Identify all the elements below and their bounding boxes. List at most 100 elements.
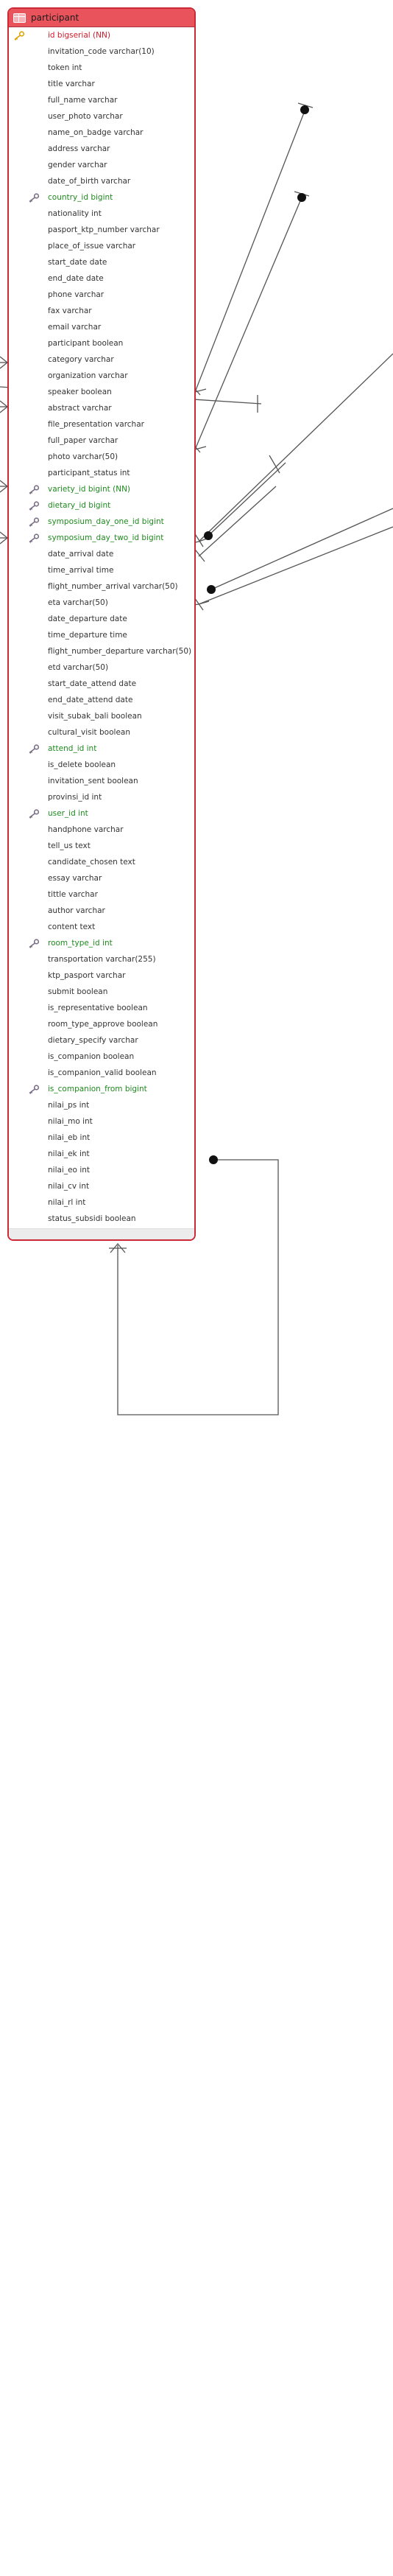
column-row[interactable]: invitation_sent boolean [9,773,194,789]
column-label: dietary_specify varchar [48,1036,138,1045]
column-row[interactable]: room_type_id int [9,935,194,951]
column-row[interactable]: time_departure time [9,627,194,643]
column-row[interactable]: start_date date [9,254,194,270]
column-row[interactable]: nilai_cv int [9,1178,194,1194]
column-row[interactable]: pasport_ktp_number varchar [9,222,194,238]
column-row[interactable]: variety_id bigint (NN) [9,481,194,497]
column-row[interactable]: file_presentation varchar [9,416,194,433]
column-row[interactable]: author varchar [9,903,194,919]
column-label: is_delete boolean [48,760,116,769]
column-row[interactable]: flight_number_arrival varchar(50) [9,578,194,595]
column-label: tittle varchar [48,890,98,899]
column-row[interactable]: category varchar [9,351,194,368]
foreign-key-icon [28,517,40,527]
column-label: email varchar [48,323,102,332]
column-row[interactable]: etd varchar(50) [9,659,194,676]
column-row[interactable]: token int [9,60,194,76]
column-row[interactable]: invitation_code varchar(10) [9,43,194,60]
column-row[interactable]: nationality int [9,206,194,222]
column-label: provinsi_id int [48,793,102,802]
column-row[interactable]: end_date_attend date [9,692,194,708]
column-label: title varchar [48,80,95,88]
column-label: participant_status int [48,469,130,477]
column-row[interactable]: flight_number_departure varchar(50) [9,643,194,659]
column-row[interactable]: date_arrival date [9,546,194,562]
column-label: nilai_ek int [48,1149,90,1158]
column-label: user_photo varchar [48,112,123,121]
column-row[interactable]: user_id int [9,805,194,822]
column-row[interactable]: handphone varchar [9,822,194,838]
column-label: country_id bigint [48,193,113,202]
column-row[interactable]: nilai_ps int [9,1097,194,1113]
column-row[interactable]: is_delete boolean [9,757,194,773]
column-label: flight_number_arrival varchar(50) [48,582,178,591]
column-row[interactable]: attend_id int [9,741,194,757]
column-row[interactable]: cultural_visit boolean [9,724,194,741]
column-row[interactable]: dietary_specify varchar [9,1032,194,1049]
column-label: content text [48,923,96,931]
column-row[interactable]: nilai_eo int [9,1162,194,1178]
column-row[interactable]: symposium_day_one_id bigint [9,514,194,530]
column-row[interactable]: transportation varchar(255) [9,951,194,967]
column-row[interactable]: nilai_mo int [9,1113,194,1130]
column-row[interactable]: nilai_eb int [9,1130,194,1146]
column-row[interactable]: is_companion boolean [9,1049,194,1065]
column-row[interactable]: user_photo varchar [9,108,194,125]
column-row[interactable]: speaker boolean [9,384,194,400]
column-row[interactable]: gender varchar [9,157,194,173]
column-row[interactable]: id bigserial (NN) [9,27,194,43]
column-label: tell_us text [48,841,91,850]
column-label: id bigserial (NN) [48,31,110,40]
column-row[interactable]: essay varchar [9,870,194,886]
column-label: is_companion_from bigint [48,1085,147,1093]
column-row[interactable]: full_name varchar [9,92,194,108]
column-row[interactable]: tittle varchar [9,886,194,903]
column-row[interactable]: submit boolean [9,984,194,1000]
column-row[interactable]: country_id bigint [9,189,194,206]
column-row[interactable]: date_of_birth varchar [9,173,194,189]
column-row[interactable]: photo varchar(50) [9,449,194,465]
foreign-key-icon [28,808,40,819]
column-row[interactable]: nilai_ek int [9,1146,194,1162]
column-row[interactable]: dietary_id bigint [9,497,194,514]
column-row[interactable]: organization varchar [9,368,194,384]
column-row[interactable]: title varchar [9,76,194,92]
column-row[interactable]: content text [9,919,194,935]
column-row[interactable]: address varchar [9,141,194,157]
column-row[interactable]: is_representative boolean [9,1000,194,1016]
column-row[interactable]: end_date date [9,270,194,287]
column-row[interactable]: participant_status int [9,465,194,481]
column-row[interactable]: nilai_rl int [9,1194,194,1211]
column-row[interactable]: candidate_chosen text [9,854,194,870]
column-label: nilai_eo int [48,1166,91,1175]
column-label: date_departure date [48,615,127,623]
column-row[interactable]: provinsi_id int [9,789,194,805]
foreign-key-icon [28,484,40,494]
column-row[interactable]: date_departure date [9,611,194,627]
column-row[interactable]: is_companion_from bigint [9,1081,194,1097]
column-row[interactable]: status_subsidi boolean [9,1211,194,1227]
column-row[interactable]: fax varchar [9,303,194,319]
column-row[interactable]: participant boolean [9,335,194,351]
column-label: symposium_day_two_id bigint [48,533,164,542]
column-row[interactable]: email varchar [9,319,194,335]
column-label: speaker boolean [48,388,112,396]
column-row[interactable]: name_on_badge varchar [9,125,194,141]
column-row[interactable]: abstract varchar [9,400,194,416]
column-row[interactable]: ktp_pasport varchar [9,967,194,984]
column-row[interactable]: phone varchar [9,287,194,303]
column-row[interactable]: time_arrival time [9,562,194,578]
column-row[interactable]: visit_subak_bali boolean [9,708,194,724]
participant-table[interactable]: participant id bigserial (NN) invitation_… [7,7,196,1241]
table-header[interactable]: participant [9,9,194,27]
column-row[interactable]: start_date_attend date [9,676,194,692]
column-row[interactable]: symposium_day_two_id bigint [9,530,194,546]
table-footer [9,1228,194,1239]
column-row[interactable]: eta varchar(50) [9,595,194,611]
column-row[interactable]: is_companion_valid boolean [9,1065,194,1081]
column-row[interactable]: place_of_issue varchar [9,238,194,254]
column-row[interactable]: tell_us text [9,838,194,854]
column-label: nilai_eb int [48,1133,91,1142]
column-row[interactable]: full_paper varchar [9,433,194,449]
column-row[interactable]: room_type_approve boolean [9,1016,194,1032]
